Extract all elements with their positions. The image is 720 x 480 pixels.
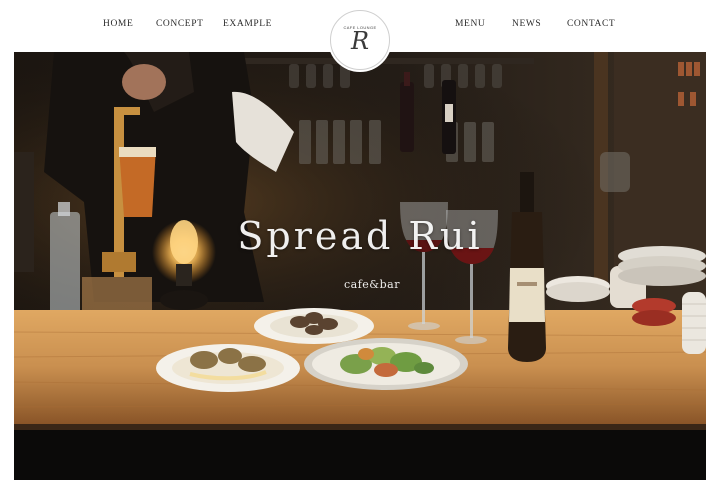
site-logo[interactable]: CAFE LOUNGE R: [330, 10, 390, 70]
hero-subtitle: cafe&bar: [344, 278, 400, 291]
nav-contact-link[interactable]: CONTACT: [567, 19, 615, 29]
nav-example-link[interactable]: EXAMPLE: [223, 19, 272, 29]
nav-news-link[interactable]: NEWS: [512, 19, 541, 29]
nav-home-link[interactable]: HOME: [103, 19, 133, 29]
nav-concept-link[interactable]: CONCEPT: [156, 19, 203, 29]
logo-monogram: R: [350, 27, 370, 55]
nav-menu-link[interactable]: MENU: [455, 19, 485, 29]
hero-photo: [14, 52, 706, 480]
hero-section: Spread Rui cafe&bar: [14, 52, 706, 480]
hero-title: Spread Rui: [237, 214, 483, 258]
